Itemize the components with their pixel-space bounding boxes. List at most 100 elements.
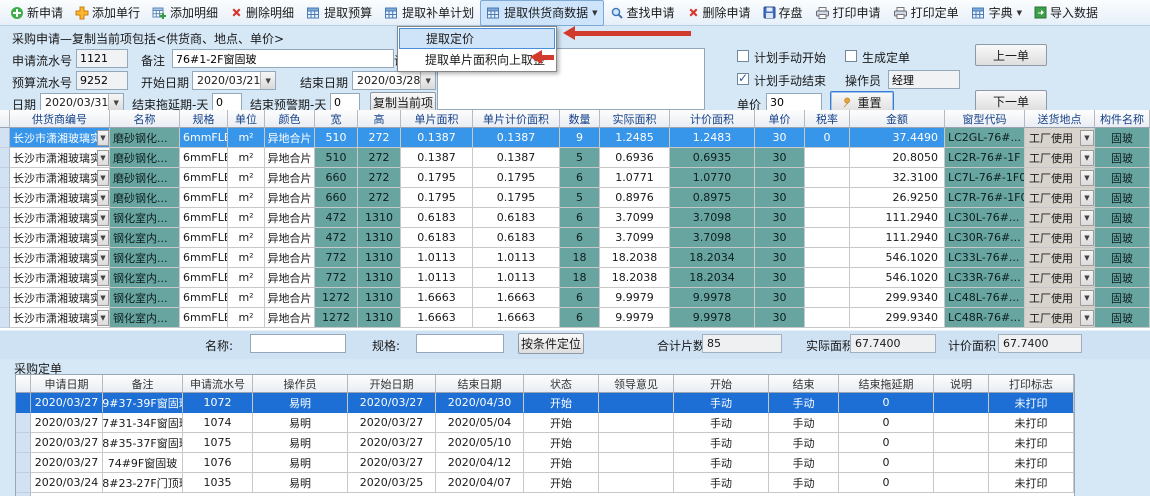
table-cell[interactable]: 1.0771 [600, 168, 670, 188]
table-cell[interactable]: 异地合片 [265, 268, 315, 288]
table-cell[interactable]: 开始 [524, 473, 599, 493]
table-cell[interactable] [805, 248, 850, 268]
table-cell[interactable]: LC30L-76#... [945, 208, 1025, 228]
operator-input[interactable] [888, 70, 960, 89]
table-cell[interactable]: m² [228, 128, 265, 148]
main-column-header[interactable]: 规格 [180, 110, 228, 128]
table-cell[interactable]: 异地合片 [265, 148, 315, 168]
chevron-down-icon[interactable]: ▼ [1080, 290, 1094, 306]
main-table-row[interactable]: 长沙市潇湘玻璃实...▼钢化室内...6mmFLE...m²异地合片127213… [0, 308, 1150, 328]
request-serial-input[interactable] [76, 49, 128, 68]
table-cell[interactable]: 未打印 [989, 433, 1074, 453]
table-cell[interactable]: 工厂使用▼ [1025, 248, 1095, 268]
table-cell[interactable]: 长沙市潇湘玻璃实...▼ [10, 228, 110, 248]
table-cell[interactable]: 易明 [253, 413, 348, 433]
table-cell[interactable]: 长沙市潇湘玻璃实...▼ [10, 288, 110, 308]
table-cell[interactable]: 手动 [769, 453, 839, 473]
table-cell[interactable] [599, 453, 674, 473]
table-cell[interactable]: 546.1020 [850, 268, 945, 288]
table-cell[interactable]: 6mmFLE... [180, 248, 228, 268]
table-cell[interactable]: LC48R-76#... [945, 308, 1025, 328]
table-cell[interactable]: 异地合片 [265, 248, 315, 268]
table-cell[interactable]: 固玻 [1095, 308, 1150, 328]
filter-spec-input[interactable] [416, 334, 504, 353]
table-cell[interactable] [934, 473, 989, 493]
main-table-row[interactable]: 长沙市潇湘玻璃实...▼磨砂钢化...6mmFLE...m²异地合片510272… [0, 148, 1150, 168]
main-column-header[interactable]: 高 [358, 110, 401, 128]
table-cell[interactable]: 手动 [674, 393, 769, 413]
table-cell[interactable]: 30 [755, 308, 805, 328]
table-cell[interactable]: 未打印 [989, 473, 1074, 493]
toolbar-button-import-data[interactable]: 导入数据 [1028, 0, 1104, 26]
table-cell[interactable]: m² [228, 288, 265, 308]
table-cell[interactable]: 1074 [183, 413, 253, 433]
row-indicator[interactable] [0, 288, 10, 308]
table-cell[interactable]: 111.2940 [850, 208, 945, 228]
table-cell[interactable]: 固玻 [1095, 168, 1150, 188]
toolbar-button-print-order[interactable]: 打印定单 [887, 0, 965, 26]
table-cell[interactable]: 2020/03/27 [31, 413, 103, 433]
order-row[interactable]: 2020/03/2787#31-34F窗固玻1074易明2020/03/2720… [16, 413, 1074, 433]
row-indicator[interactable] [16, 453, 31, 473]
toolbar-button-find-request[interactable]: 查找申请 [604, 0, 681, 26]
row-indicator[interactable] [16, 433, 31, 453]
table-cell[interactable]: 30 [755, 228, 805, 248]
orders-column-header[interactable]: 申请流水号 [183, 375, 253, 393]
table-cell[interactable]: 异地合片 [265, 288, 315, 308]
table-cell[interactable]: 2020/04/12 [436, 453, 524, 473]
table-cell[interactable]: 1.6663 [473, 308, 560, 328]
table-cell[interactable]: 1072 [183, 393, 253, 413]
table-cell[interactable]: 1272 [315, 308, 358, 328]
next-order-button[interactable]: 下一单 [975, 90, 1047, 112]
table-cell[interactable]: LC48L-76#... [945, 288, 1025, 308]
table-cell[interactable]: 18.2034 [670, 268, 755, 288]
row-indicator[interactable] [16, 413, 31, 433]
order-row[interactable]: 2020/03/2774#9F窗固玻1076易明2020/03/272020/0… [16, 453, 1074, 473]
table-cell[interactable]: 异地合片 [265, 308, 315, 328]
table-cell[interactable]: 易明 [253, 453, 348, 473]
main-column-header[interactable]: 金额 [850, 110, 945, 128]
table-cell[interactable]: 6mmFLE... [180, 148, 228, 168]
main-column-header[interactable]: 送货地点 [1025, 110, 1095, 128]
table-cell[interactable]: 6mmFLE... [180, 228, 228, 248]
table-cell[interactable]: 30 [755, 188, 805, 208]
table-cell[interactable]: LC7R-76#-1F0 [945, 188, 1025, 208]
table-cell[interactable]: 6mmFLE... [180, 168, 228, 188]
table-cell[interactable]: 1272 [315, 288, 358, 308]
chevron-down-icon[interactable]: ▼ [420, 72, 435, 89]
table-cell[interactable] [805, 228, 850, 248]
chevron-down-icon[interactable]: ▼ [1080, 190, 1094, 206]
table-cell[interactable]: 2020/03/27 [31, 453, 103, 473]
table-cell[interactable]: 18 [560, 248, 600, 268]
main-column-header[interactable]: 计价面积 [670, 110, 755, 128]
table-cell[interactable]: 20.8050 [850, 148, 945, 168]
row-indicator[interactable] [0, 268, 10, 288]
table-cell[interactable]: 2020/03/27 [348, 413, 436, 433]
row-indicator[interactable] [0, 208, 10, 228]
table-cell[interactable]: 工厂使用▼ [1025, 128, 1095, 148]
table-cell[interactable]: 固玻 [1095, 268, 1150, 288]
table-cell[interactable]: 固玻 [1095, 128, 1150, 148]
table-cell[interactable]: 0.6183 [401, 228, 473, 248]
table-cell[interactable]: 30 [755, 208, 805, 228]
table-cell[interactable]: m² [228, 248, 265, 268]
table-cell[interactable]: 772 [315, 248, 358, 268]
table-cell[interactable]: 磨砂钢化... [110, 148, 180, 168]
table-cell[interactable]: LC2R-76#-1F [945, 148, 1025, 168]
main-column-header[interactable]: 供货商编号 [10, 110, 110, 128]
table-cell[interactable]: 272 [358, 128, 401, 148]
table-cell[interactable]: 0.8976 [600, 188, 670, 208]
chevron-down-icon[interactable]: ▼ [1080, 210, 1094, 226]
table-cell[interactable] [805, 168, 850, 188]
table-cell[interactable]: LC30R-76#... [945, 228, 1025, 248]
table-cell[interactable]: 1.0113 [473, 268, 560, 288]
table-cell[interactable]: 长沙市潇湘玻璃实...▼ [10, 148, 110, 168]
main-table-row[interactable]: 长沙市潇湘玻璃实...▼钢化室内...6mmFLE...m²异地合片472131… [0, 228, 1150, 248]
table-cell[interactable]: 111.2940 [850, 228, 945, 248]
table-cell[interactable]: 0.1387 [401, 128, 473, 148]
table-cell[interactable]: 开始 [524, 393, 599, 413]
table-cell[interactable]: 1.0770 [670, 168, 755, 188]
table-cell[interactable]: 30 [755, 128, 805, 148]
table-cell[interactable]: 0 [839, 413, 934, 433]
table-cell[interactable]: 2020/03/27 [31, 393, 103, 413]
